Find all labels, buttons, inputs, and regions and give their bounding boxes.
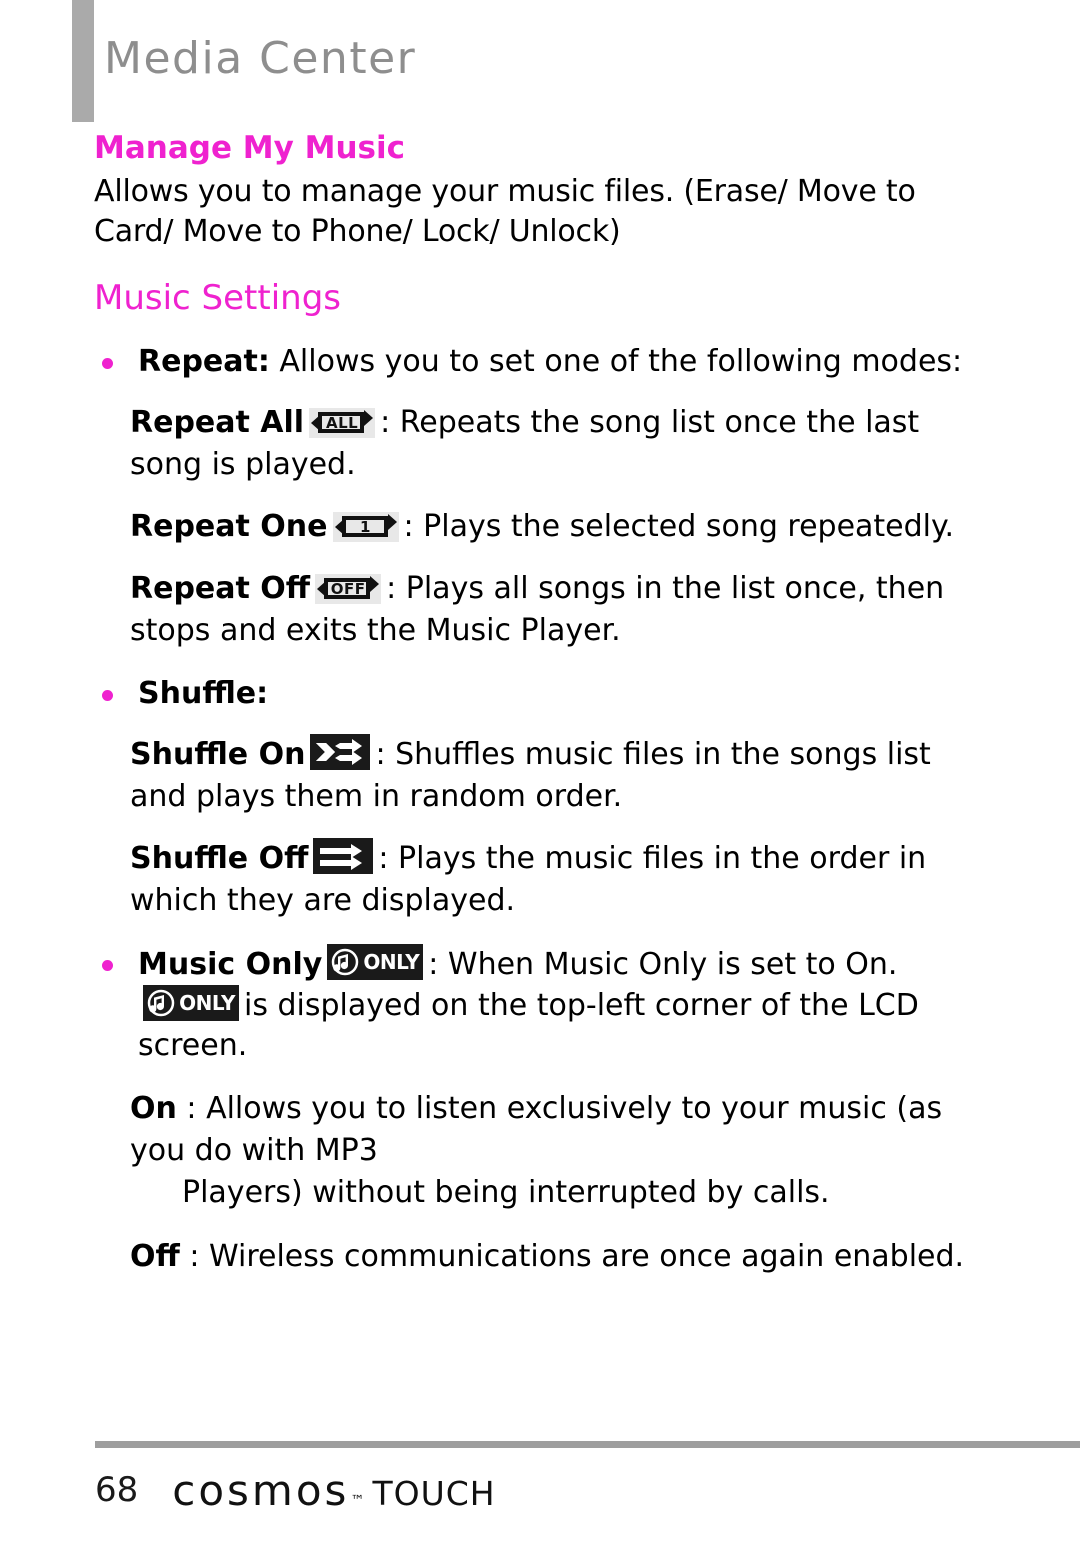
repeat-off-label: Repeat Off xyxy=(130,571,311,606)
on-label: On xyxy=(130,1091,177,1126)
page-number: 68 xyxy=(95,1470,139,1510)
shuffle-on-label: Shuffle On xyxy=(130,737,306,772)
repeat-one-icon-label: 1 xyxy=(360,518,371,536)
row-music-only-off: Off : Wireless communications are once a… xyxy=(94,1236,994,1278)
bullet-shuffle: Shuffle: xyxy=(94,674,994,714)
heading-manage-my-music: Manage My Music xyxy=(94,130,405,166)
bullet-music-only: Music Only ONLY : When Music Only is set t… xyxy=(94,944,994,1066)
bullet-dot-icon xyxy=(102,690,113,701)
off-label: Off xyxy=(130,1239,180,1274)
manage-my-music-body: Allows you to manage your music files. (… xyxy=(94,174,916,249)
repeat-one-label: Repeat One xyxy=(130,509,328,544)
row-shuffle-off: Shuffle Off: Plays the music files in th… xyxy=(94,838,994,922)
page-footer: 68 cosmos ™ TOUCH xyxy=(95,1462,995,1518)
shuffle-label: Shuffle: xyxy=(138,676,269,711)
repeat-off-icon-label: OFF xyxy=(330,580,366,598)
repeat-all-label: Repeat All xyxy=(130,405,305,440)
bullet-dot-icon xyxy=(102,960,113,971)
repeat-one-desc: : Plays the selected song repeatedly. xyxy=(403,509,955,544)
music-only-desc-2: is displayed on the top-left corner of t… xyxy=(138,988,919,1063)
heading-music-settings: Music Settings xyxy=(94,278,341,318)
music-only-icon: ONLY xyxy=(327,944,424,980)
repeat-all-icon-label: ALL xyxy=(325,414,359,432)
page-title: Media Center xyxy=(104,33,417,84)
off-text: Wireless communications are once again e… xyxy=(209,1239,965,1274)
product-logo: cosmos ™ TOUCH xyxy=(172,1466,495,1515)
row-music-only-on: On : Allows you to listen exclusively to… xyxy=(94,1088,994,1214)
bullet-dot-icon xyxy=(102,358,113,369)
logo-brand-text: cosmos xyxy=(172,1465,350,1515)
on-separator: : xyxy=(176,1091,207,1126)
repeat-off-icon: OFF xyxy=(315,574,382,604)
repeat-label: Repeat: xyxy=(138,344,270,379)
music-only-icon-label: ONLY xyxy=(179,991,235,1015)
music-only-label: Music Only xyxy=(138,947,323,982)
row-shuffle-on: Shuffle On: Shuffles music files in the … xyxy=(94,734,994,818)
on-text-continued: Players) without being interrupted by ca… xyxy=(182,1175,830,1210)
header-accent-bar xyxy=(72,0,94,122)
row-repeat-one: Repeat One 1 : Plays the selected song rep… xyxy=(94,506,994,548)
music-only-icon-label: ONLY xyxy=(363,950,420,974)
off-separator: : xyxy=(179,1239,209,1274)
repeat-text: Allows you to set one of the following m… xyxy=(269,344,963,379)
page-content: Manage My Music Allows you to manage you… xyxy=(94,128,994,1278)
row-repeat-off: Repeat Off OFF: Plays all songs in the li… xyxy=(94,568,994,652)
repeat-all-icon: ALL xyxy=(309,408,376,438)
repeat-one-icon: 1 xyxy=(332,512,399,542)
logo-product-text: TOUCH xyxy=(372,1473,496,1513)
page-header: Media Center xyxy=(0,0,1080,124)
bullet-repeat: Repeat: Allows you to set one of the fol… xyxy=(94,342,994,382)
music-only-desc-1: : When Music Only is set to On. xyxy=(428,947,898,982)
music-only-icon: ONLY xyxy=(143,985,239,1021)
shuffle-off-icon xyxy=(313,838,374,874)
on-text: Allows you to listen exclusively to your… xyxy=(130,1091,943,1168)
trademark-icon: ™ xyxy=(350,1492,365,1509)
shuffle-off-label: Shuffle Off xyxy=(130,841,309,876)
footer-divider xyxy=(95,1441,1080,1448)
shuffle-on-icon xyxy=(310,734,371,770)
row-repeat-all: Repeat All ALL: Repeats the song list onc… xyxy=(94,402,994,486)
